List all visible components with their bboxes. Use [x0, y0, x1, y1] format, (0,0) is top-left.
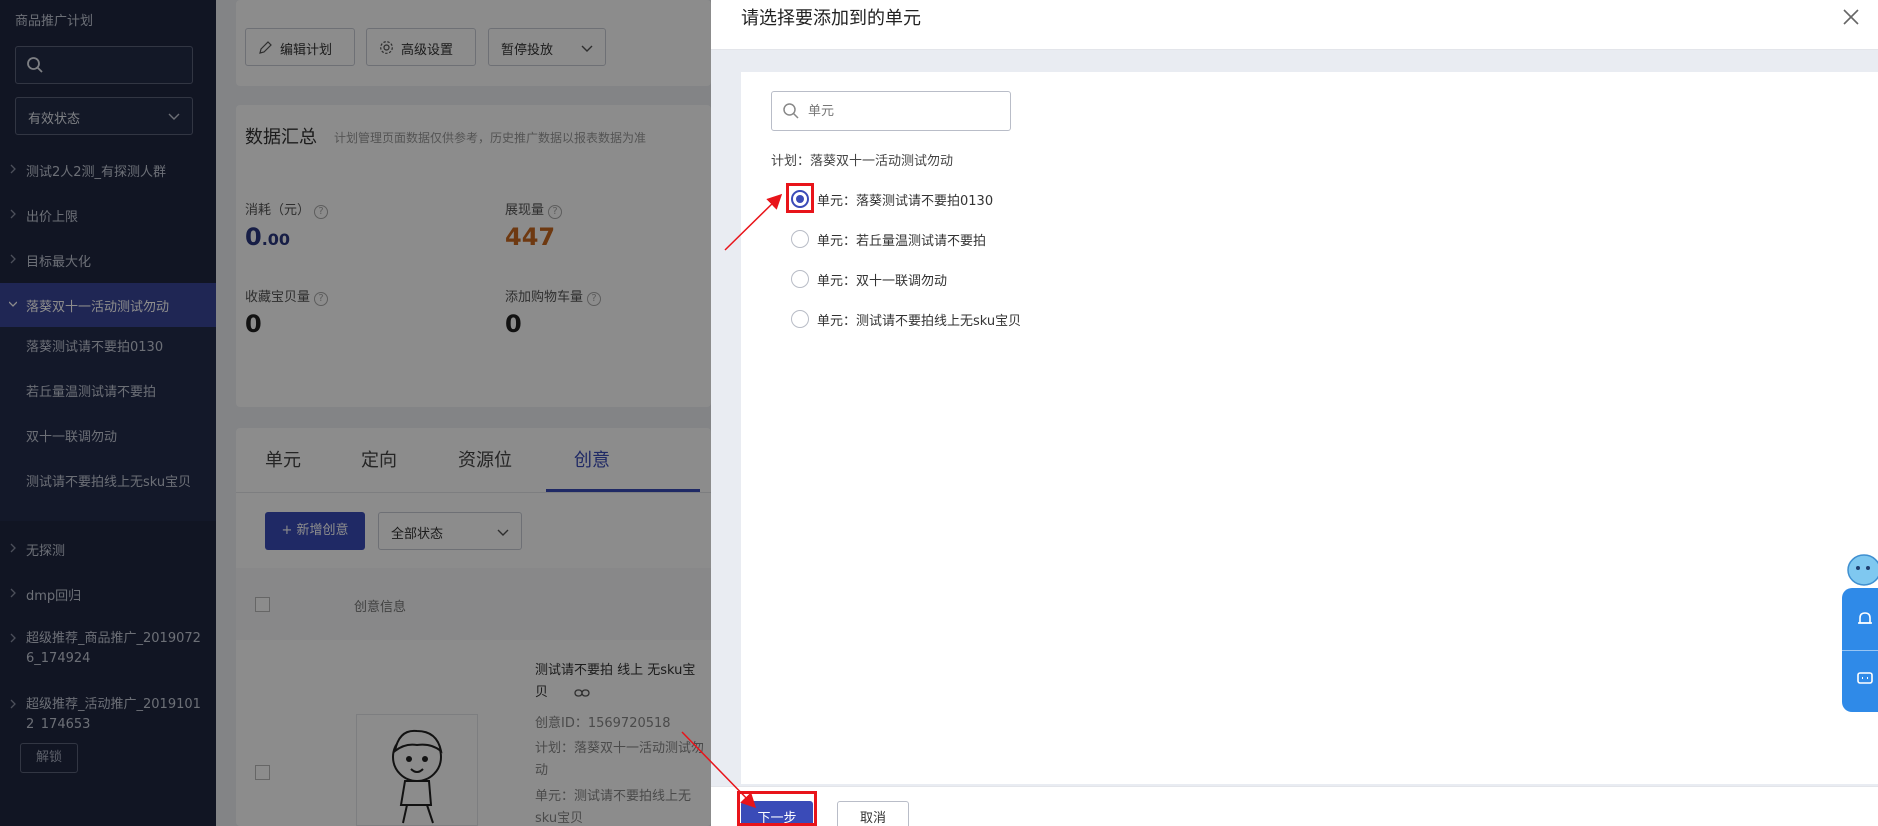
cancel-button[interactable]: 取消 — [837, 801, 909, 826]
unit-option-label: 单元：测试请不要拍线上无sku宝贝 — [817, 314, 1022, 329]
floating-help-widget — [1842, 588, 1878, 712]
unit-option-label: 单元：双十一联调勿动 — [817, 274, 948, 289]
drawer-title: 请选择要添加到的单元 — [741, 8, 921, 29]
unit-radio[interactable] — [791, 230, 809, 248]
assistant-mascot-icon[interactable] — [1844, 548, 1878, 588]
drawer-footer: 下一步 取消 — [711, 786, 1878, 826]
select-unit-drawer: 请选择要添加到的单元 计划：落葵双十一活动测试勿动 单元：落葵测试请不要拍013… — [711, 0, 1878, 826]
annotation-highlight-box — [786, 183, 814, 213]
annotation-highlight-box — [737, 791, 817, 826]
drawer-header: 请选择要添加到的单元 — [711, 0, 1878, 50]
chat-icon[interactable] — [1856, 670, 1874, 688]
unit-option-label: 单元：落葵测试请不要拍0130 — [817, 194, 994, 209]
widget-divider — [1842, 650, 1878, 651]
modal-mask[interactable] — [0, 0, 711, 826]
drawer-body: 计划：落葵双十一活动测试勿动 单元：落葵测试请不要拍0130 单元：若丘量温测试… — [741, 72, 1878, 784]
search-icon — [783, 103, 799, 119]
unit-option-label: 单元：若丘量温测试请不要拍 — [817, 234, 987, 249]
bell-icon[interactable] — [1856, 610, 1874, 628]
plan-name: 计划：落葵双十一活动测试勿动 — [771, 154, 954, 169]
unit-radio[interactable] — [791, 270, 809, 288]
unit-search-input[interactable] — [808, 100, 998, 122]
unit-radio[interactable] — [791, 310, 809, 328]
unit-search-field[interactable] — [771, 91, 1011, 131]
close-icon[interactable] — [1840, 6, 1862, 28]
